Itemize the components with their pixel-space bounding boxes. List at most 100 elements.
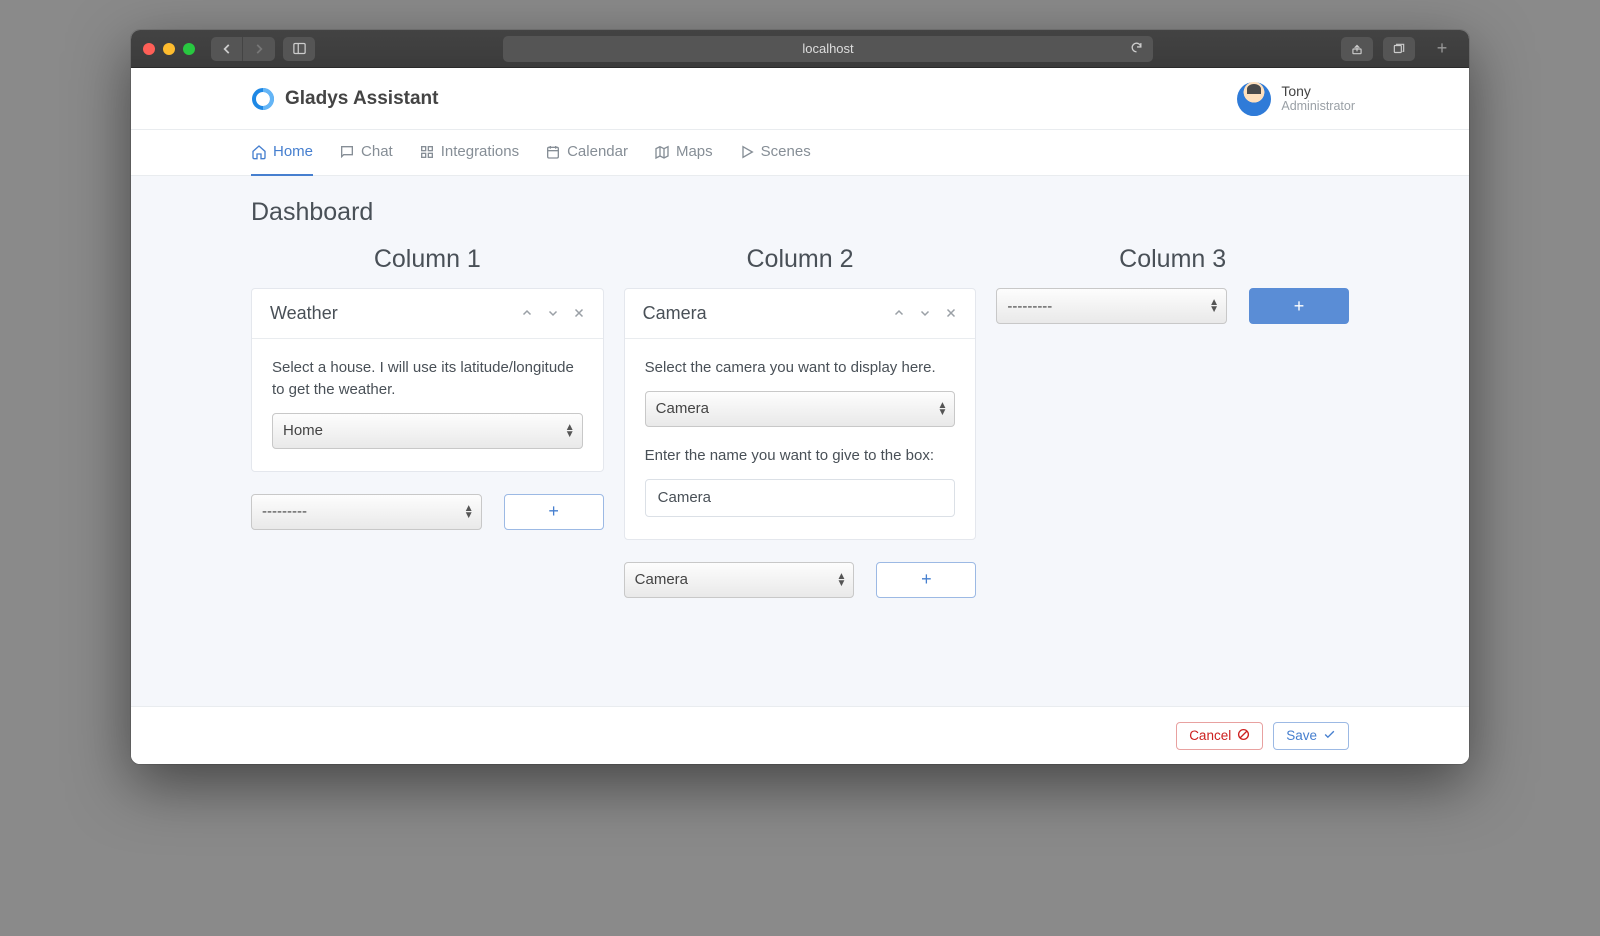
card-body: Select a house. I will use its latitude/… bbox=[252, 339, 603, 471]
select-value: Camera bbox=[635, 571, 688, 588]
column-title: Column 1 bbox=[251, 245, 604, 274]
nav-integrations[interactable]: Integrations bbox=[419, 130, 519, 176]
weather-card: Weather Select a house. I will use its l… bbox=[251, 288, 604, 472]
page-title: Dashboard bbox=[251, 198, 1349, 227]
edit-footer: Cancel Save bbox=[131, 706, 1469, 764]
browser-titlebar: localhost + bbox=[131, 30, 1469, 68]
card-header: Camera bbox=[625, 289, 976, 339]
card-header: Weather bbox=[252, 289, 603, 339]
select-value: Camera bbox=[656, 400, 709, 417]
new-tab-button[interactable]: + bbox=[1427, 30, 1457, 68]
nav-label: Chat bbox=[361, 143, 393, 160]
card-actions bbox=[521, 307, 585, 321]
card-body: Select the camera you want to display he… bbox=[625, 339, 976, 539]
nav-scenes[interactable]: Scenes bbox=[739, 130, 811, 176]
column-title: Column 2 bbox=[624, 245, 977, 274]
nav-label: Home bbox=[273, 143, 313, 160]
card-title: Weather bbox=[270, 303, 338, 324]
plus-icon: + bbox=[921, 569, 932, 590]
plus-icon: + bbox=[1294, 296, 1305, 317]
select-value: --------- bbox=[262, 503, 307, 520]
select-chevron-icon: ▲▼ bbox=[1209, 299, 1217, 313]
dashboard-column-3: Column 3 --------- ▲▼ + bbox=[996, 239, 1349, 598]
cancel-label: Cancel bbox=[1189, 728, 1231, 743]
add-widget-button[interactable]: + bbox=[876, 562, 976, 598]
select-chevron-icon: ▲▼ bbox=[565, 424, 573, 438]
app-header: Gladys Assistant Tony Administrator bbox=[131, 68, 1469, 130]
card-title: Camera bbox=[643, 303, 707, 324]
select-value: Home bbox=[283, 422, 323, 439]
main-nav: Home Chat Integrations Calendar Maps Sce… bbox=[131, 130, 1469, 176]
widget-type-select[interactable]: --------- ▲▼ bbox=[251, 494, 482, 530]
check-icon bbox=[1323, 728, 1336, 744]
minimize-window-button[interactable] bbox=[163, 43, 175, 55]
user-meta: Tony Administrator bbox=[1281, 83, 1355, 115]
add-widget-button[interactable]: + bbox=[504, 494, 604, 530]
browser-window: localhost + Gladys Assistant Tony bbox=[131, 30, 1469, 764]
share-button[interactable] bbox=[1341, 37, 1373, 61]
brand-name: Gladys Assistant bbox=[285, 88, 438, 110]
window-controls bbox=[143, 43, 195, 55]
user-role: Administrator bbox=[1281, 99, 1355, 114]
save-button[interactable]: Save bbox=[1273, 722, 1349, 750]
home-icon bbox=[251, 144, 267, 160]
titlebar-right bbox=[1341, 37, 1415, 61]
box-name-input[interactable]: Camera bbox=[645, 479, 956, 517]
address-bar[interactable]: localhost bbox=[503, 36, 1153, 62]
cancel-button[interactable]: Cancel bbox=[1176, 722, 1263, 750]
dashboard-column-1: Column 1 Weather Select a house. I will … bbox=[251, 239, 604, 598]
camera-select[interactable]: Camera ▲▼ bbox=[645, 391, 956, 427]
input-value: Camera bbox=[658, 489, 711, 506]
move-down-icon[interactable] bbox=[919, 307, 931, 321]
column-title: Column 3 bbox=[996, 245, 1349, 274]
back-button[interactable] bbox=[211, 37, 243, 61]
select-chevron-icon: ▲▼ bbox=[836, 573, 844, 587]
tabs-button[interactable] bbox=[1383, 37, 1415, 61]
cancel-icon bbox=[1237, 728, 1250, 744]
nav-maps[interactable]: Maps bbox=[654, 130, 713, 176]
nav-home[interactable]: Home bbox=[251, 130, 313, 176]
plus-icon: + bbox=[548, 501, 559, 522]
nav-label: Integrations bbox=[441, 143, 519, 160]
calendar-icon bbox=[545, 144, 561, 160]
save-label: Save bbox=[1286, 728, 1317, 743]
avatar bbox=[1237, 82, 1271, 116]
move-up-icon[interactable] bbox=[521, 307, 533, 321]
name-label: Enter the name you want to give to the b… bbox=[645, 445, 956, 467]
dashboard-columns: Column 1 Weather Select a house. I will … bbox=[251, 239, 1349, 598]
select-value: --------- bbox=[1007, 298, 1052, 315]
add-widget-row: --------- ▲▼ + bbox=[251, 494, 604, 530]
add-widget-row: --------- ▲▼ + bbox=[996, 288, 1349, 324]
nav-calendar[interactable]: Calendar bbox=[545, 130, 628, 176]
close-icon[interactable] bbox=[945, 307, 957, 321]
main-content: Dashboard Column 1 Weather Select bbox=[131, 176, 1469, 706]
reload-icon[interactable] bbox=[1130, 41, 1143, 57]
move-down-icon[interactable] bbox=[547, 307, 559, 321]
widget-type-select[interactable]: Camera ▲▼ bbox=[624, 562, 855, 598]
select-chevron-icon: ▲▼ bbox=[937, 402, 945, 416]
widget-type-select[interactable]: --------- ▲▼ bbox=[996, 288, 1227, 324]
sidebar-toggle-button[interactable] bbox=[283, 37, 315, 61]
brand[interactable]: Gladys Assistant bbox=[251, 87, 438, 111]
chat-icon bbox=[339, 144, 355, 160]
forward-button[interactable] bbox=[243, 37, 275, 61]
maximize-window-button[interactable] bbox=[183, 43, 195, 55]
house-select[interactable]: Home ▲▼ bbox=[272, 413, 583, 449]
card-description: Select the camera you want to display he… bbox=[645, 357, 956, 379]
add-widget-row: Camera ▲▼ + bbox=[624, 562, 977, 598]
card-actions bbox=[893, 307, 957, 321]
brand-logo-icon bbox=[251, 87, 275, 111]
address-text: localhost bbox=[802, 41, 853, 56]
nav-chat[interactable]: Chat bbox=[339, 130, 393, 176]
select-chevron-icon: ▲▼ bbox=[464, 505, 472, 519]
move-up-icon[interactable] bbox=[893, 307, 905, 321]
add-widget-button[interactable]: + bbox=[1249, 288, 1349, 324]
close-window-button[interactable] bbox=[143, 43, 155, 55]
user-name: Tony bbox=[1281, 83, 1355, 100]
grid-icon bbox=[419, 144, 435, 160]
card-description: Select a house. I will use its latitude/… bbox=[272, 357, 583, 401]
map-icon bbox=[654, 144, 670, 160]
close-icon[interactable] bbox=[573, 307, 585, 321]
nav-label: Scenes bbox=[761, 143, 811, 160]
user-menu[interactable]: Tony Administrator bbox=[1237, 82, 1355, 116]
